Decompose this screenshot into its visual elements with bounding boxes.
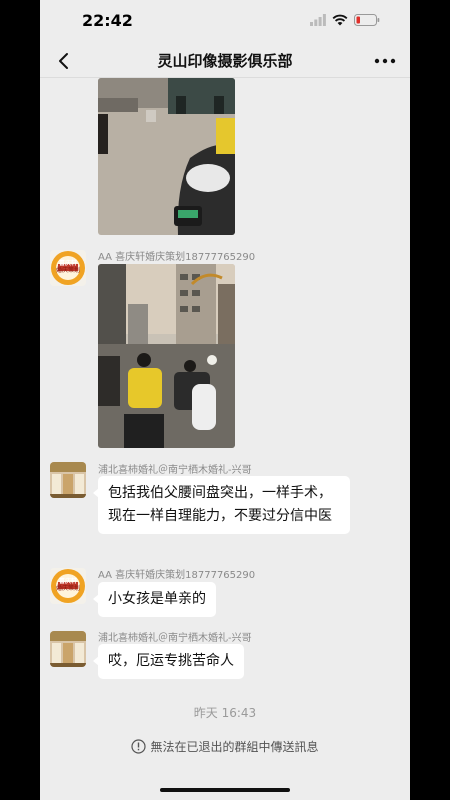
sender-name: AA 喜庆轩婚庆策划18777765290	[98, 252, 256, 263]
street-photo-image	[98, 78, 235, 235]
message-list: 喜庆轩 婚庆策划 AA 喜庆轩婚庆策划18777765290 浦北喜柿婚礼＠南宁…	[40, 78, 410, 728]
avatar[interactable]: 喜庆轩 婚庆策划	[50, 250, 86, 286]
logo-bottom-text: 婚庆策划	[55, 267, 80, 274]
more-options-icon[interactable]	[372, 50, 398, 72]
avatar[interactable]: 喜庆轩 婚庆策划	[50, 568, 86, 604]
home-indicator	[160, 788, 290, 792]
status-icons	[310, 14, 380, 26]
message-bubble[interactable]: 包括我伯父腰间盘突出，一样手术，现在一样自理能力，不要过分信中医	[93, 476, 350, 534]
message-photo-street[interactable]	[98, 78, 235, 235]
sender-name: 浦北喜柿婚礼＠南宁栖木婚礼-兴哥	[98, 633, 252, 644]
chat-header: 灵山印像摄影俱乐部	[40, 44, 410, 78]
logo-top-text: 喜庆轩	[58, 260, 77, 267]
motorbike-photo-image	[98, 264, 235, 448]
chat-title: 灵山印像摄影俱乐部	[157, 52, 293, 70]
wifi-icon	[332, 14, 348, 26]
notice-text: 無法在已退出的群組中傳送訊息	[150, 740, 319, 754]
message-bubble[interactable]: 小女孩是单亲的	[93, 582, 216, 617]
status-time: 22:42	[82, 11, 133, 30]
sender-name: AA 喜庆轩婚庆策划18777765290	[98, 570, 256, 581]
message-photo-motorbikes[interactable]	[98, 264, 235, 448]
info-circle-icon	[131, 739, 147, 754]
avatar-logo-text: 喜庆轩 婚庆策划	[50, 568, 86, 604]
status-bar: 22:42	[40, 0, 410, 44]
message-timestamp: 昨天 16:43	[193, 706, 257, 720]
group-exit-notice: 無法在已退出的群組中傳送訊息	[40, 738, 410, 755]
back-arrow-icon[interactable]	[52, 48, 78, 74]
avatar[interactable]	[50, 462, 86, 498]
chat-screen: 22:42 灵山印像摄影俱乐部 喜庆轩 婚庆策划 AA 喜庆轩婚庆策划18777…	[40, 0, 410, 800]
signal-icon	[310, 14, 326, 26]
message-bubble[interactable]: 哎，厄运专挑苦命人	[93, 644, 244, 679]
wedding-shop-avatar-icon	[50, 462, 86, 498]
logo-bottom-text: 婚庆策划	[55, 585, 80, 592]
avatar[interactable]	[50, 631, 86, 667]
sender-name: 浦北喜柿婚礼＠南宁栖木婚礼-兴哥	[98, 465, 252, 476]
battery-icon	[354, 14, 380, 26]
avatar-logo-text: 喜庆轩 婚庆策划	[50, 250, 86, 286]
wedding-shop-avatar-icon	[50, 631, 86, 667]
logo-top-text: 喜庆轩	[58, 578, 77, 585]
